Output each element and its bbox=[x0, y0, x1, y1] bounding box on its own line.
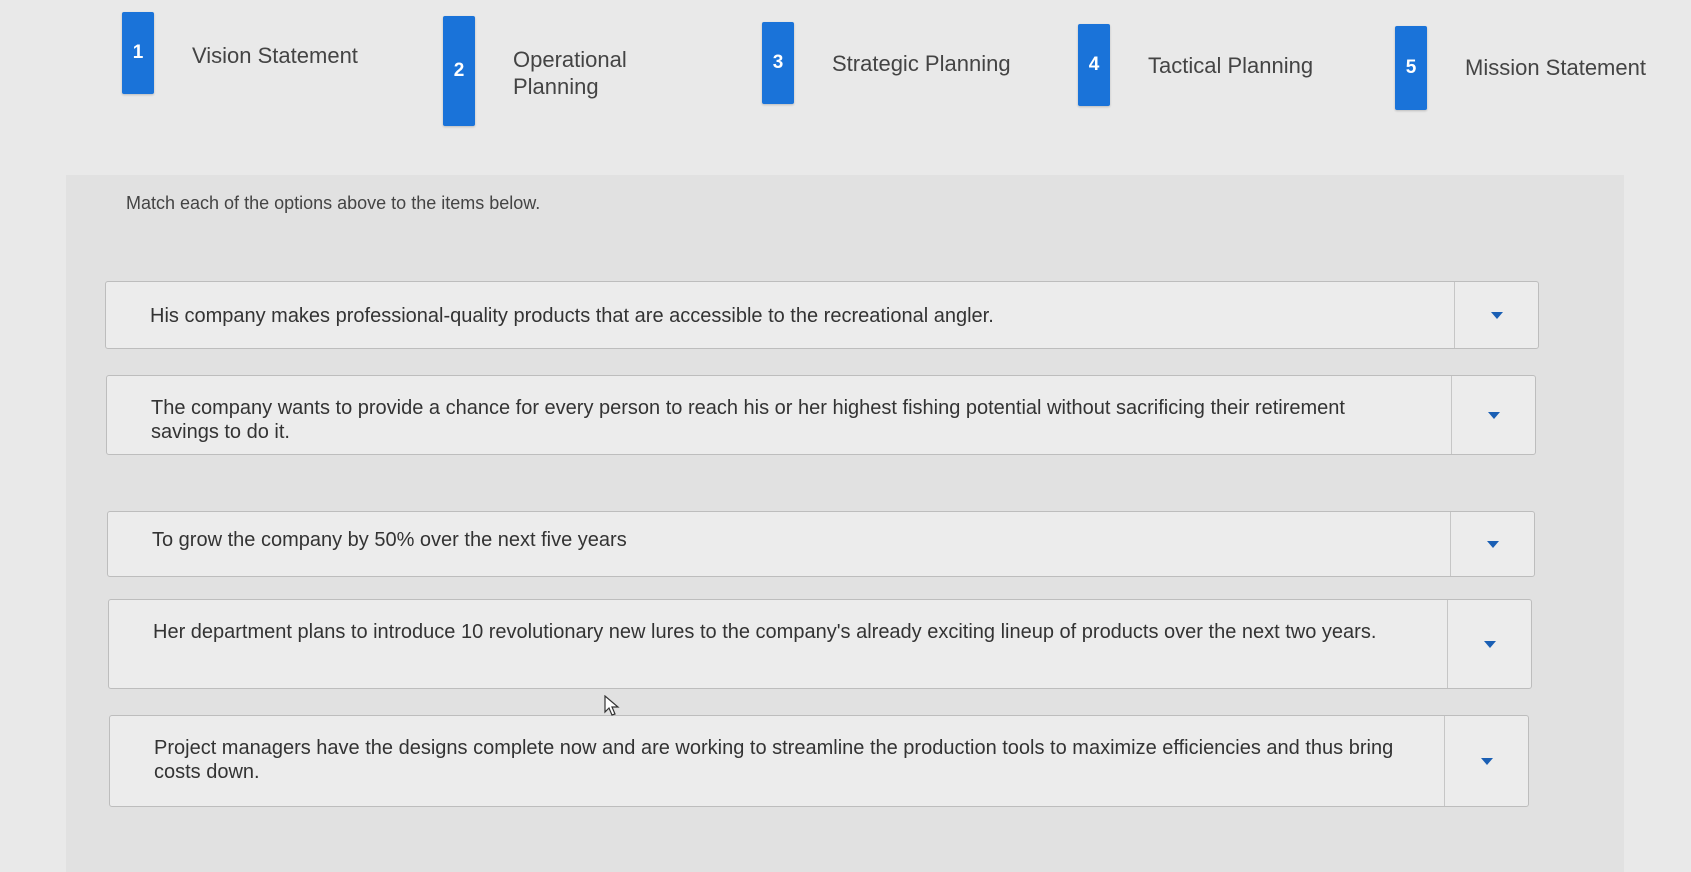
option-number-badge: 2 bbox=[443, 16, 475, 126]
option-label: Vision Statement bbox=[192, 43, 358, 68]
chevron-down-icon bbox=[1480, 757, 1493, 765]
option-number-badge: 3 bbox=[762, 22, 794, 104]
match-item-4: Her department plans to introduce 10 rev… bbox=[108, 599, 1532, 689]
option-number-badge: 1 bbox=[122, 12, 154, 94]
match-item-1: His company makes professional-quality p… bbox=[105, 281, 1539, 349]
match-dropdown[interactable] bbox=[1450, 512, 1534, 576]
match-dropdown[interactable] bbox=[1444, 716, 1528, 806]
option-number-badge: 4 bbox=[1078, 24, 1110, 106]
match-item-text: His company makes professional-quality p… bbox=[150, 305, 994, 327]
match-item-2: The company wants to provide a chance fo… bbox=[106, 375, 1536, 455]
matching-question-page: 1 Vision Statement 2 Operational Plannin… bbox=[0, 0, 1691, 872]
match-item-text: To grow the company by 50% over the next… bbox=[152, 529, 627, 551]
option-label: Mission Statement bbox=[1465, 55, 1646, 80]
option-4-tactical-planning[interactable]: 4 Tactical Planning bbox=[1078, 24, 1378, 106]
option-2-operational-planning[interactable]: 2 Operational Planning bbox=[443, 16, 763, 126]
match-item-text: The company wants to provide a chance fo… bbox=[151, 397, 1345, 443]
option-1-vision-statement[interactable]: 1 Vision Statement bbox=[122, 12, 452, 100]
match-item-3: To grow the company by 50% over the next… bbox=[107, 511, 1535, 577]
chevron-down-icon bbox=[1490, 311, 1503, 319]
option-label: Tactical Planning bbox=[1148, 53, 1314, 78]
matching-panel: Match each of the options above to the i… bbox=[66, 175, 1624, 872]
match-dropdown[interactable] bbox=[1451, 376, 1535, 454]
mouse-pointer-icon bbox=[604, 695, 620, 716]
option-label: Strategic Planning bbox=[832, 51, 1011, 76]
chevron-down-icon bbox=[1486, 540, 1499, 548]
match-dropdown[interactable] bbox=[1447, 600, 1531, 688]
match-item-text: Her department plans to introduce 10 rev… bbox=[153, 621, 1377, 643]
option-5-mission-statement[interactable]: 5 Mission Statement bbox=[1395, 26, 1691, 110]
match-item-text: Project managers have the designs comple… bbox=[154, 737, 1394, 783]
chevron-down-icon bbox=[1483, 640, 1496, 648]
option-number-badge: 5 bbox=[1395, 26, 1427, 110]
option-3-strategic-planning[interactable]: 3 Strategic Planning bbox=[762, 22, 1062, 104]
match-item-5: Project managers have the designs comple… bbox=[109, 715, 1529, 807]
option-label: Operational Planning bbox=[513, 47, 627, 99]
options-row: 1 Vision Statement 2 Operational Plannin… bbox=[0, 0, 1691, 140]
match-dropdown[interactable] bbox=[1454, 282, 1538, 348]
instructions-text: Match each of the options above to the i… bbox=[126, 193, 541, 213]
chevron-down-icon bbox=[1487, 411, 1500, 419]
